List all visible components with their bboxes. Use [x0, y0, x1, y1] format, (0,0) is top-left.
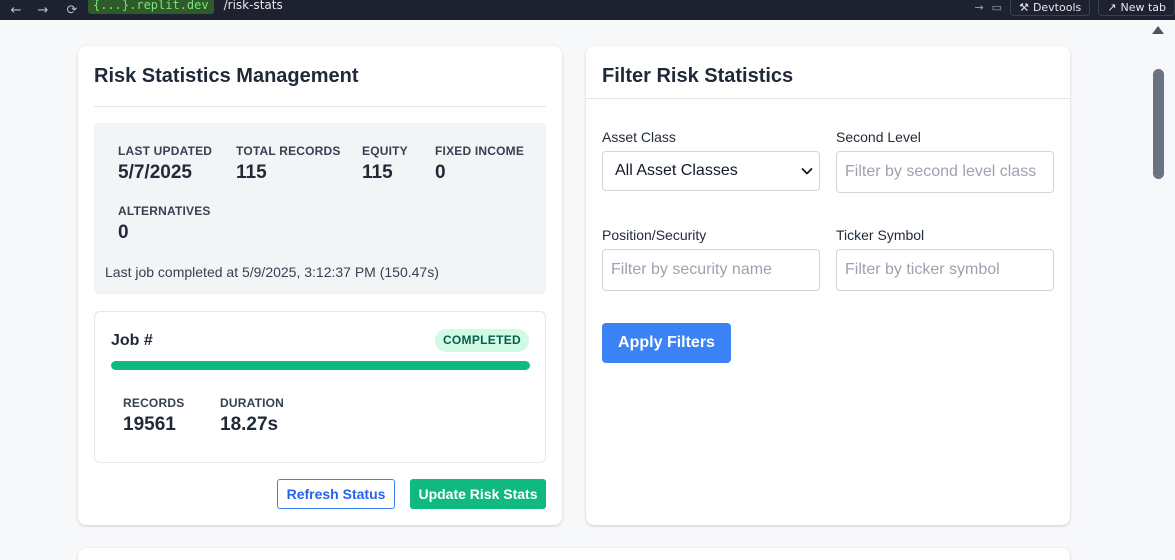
job-progress-bar — [111, 361, 530, 370]
scrollbar-thumb[interactable] — [1153, 69, 1164, 179]
stat-value: 0 — [435, 162, 446, 183]
job-title: Job # — [111, 332, 153, 349]
position-security-label: Position/Security — [602, 227, 707, 243]
devtools-label: Devtools — [1032, 0, 1082, 14]
stat-value: 115 — [236, 162, 267, 183]
stat-label: LAST UPDATED — [118, 144, 213, 158]
new-tab-button[interactable]: ↗ New tab — [1098, 0, 1175, 16]
filter-title: Filter Risk Statistics — [602, 65, 794, 87]
stat-value: 0 — [118, 222, 129, 243]
divider — [586, 98, 1070, 99]
stat-value: 115 — [362, 162, 393, 183]
forward-arrow-icon[interactable]: → — [32, 0, 54, 20]
stat-alternatives: ALTERNATIVES 0 — [118, 204, 211, 244]
address-bar[interactable]: {...}.replit.dev /risk-stats — [88, 0, 283, 14]
apply-filters-button[interactable]: Apply Filters — [602, 323, 731, 363]
reload-icon[interactable]: ⟳ — [61, 0, 83, 20]
wrench-icon: ⚒ — [1019, 0, 1029, 14]
job-progress-fill — [111, 361, 530, 370]
job-stat-records: RECORDS 19561 — [123, 396, 184, 436]
url-separator — [181, 0, 182, 14]
url-host: {...}.replit.dev — [88, 0, 214, 14]
go-arrow-icon[interactable]: → — [974, 1, 983, 14]
browser-toolbar: ← → ⟳ {...}.replit.dev /risk-stats → ▭ ⚒… — [0, 0, 1175, 20]
asset-class-select[interactable]: All Asset Classes — [602, 151, 820, 191]
position-security-input[interactable] — [602, 249, 820, 291]
device-icon[interactable]: ▭ — [992, 1, 1002, 14]
asset-class-label: Asset Class — [602, 129, 676, 145]
stat-equity: EQUITY 115 — [362, 144, 408, 184]
ticker-symbol-label: Ticker Symbol — [836, 227, 925, 243]
stat-total-records: TOTAL RECORDS 115 — [236, 144, 341, 184]
chevron-down-icon — [801, 168, 813, 175]
stat-label: FIXED INCOME — [435, 144, 525, 158]
second-level-label: Second Level — [836, 129, 921, 145]
scroll-up-arrow-icon[interactable] — [1152, 26, 1164, 34]
stat-label: EQUITY — [362, 144, 408, 158]
url-path: /risk-stats — [223, 0, 283, 12]
stat-value: 19561 — [123, 414, 176, 435]
external-link-icon: ↗ — [1107, 0, 1117, 14]
stat-value: 18.27s — [220, 414, 279, 435]
update-risk-stats-button[interactable]: Update Risk Stats — [410, 479, 546, 509]
asset-class-selected-value: All Asset Classes — [615, 162, 738, 179]
refresh-status-button[interactable]: Refresh Status — [277, 479, 395, 509]
devtools-button[interactable]: ⚒ Devtools — [1010, 0, 1091, 16]
job-stat-duration: DURATION 18.27s — [220, 396, 284, 436]
filter-risk-stats-card: Filter Risk Statistics Asset Class All A… — [586, 46, 1070, 525]
stat-value: 5/7/2025 — [118, 162, 192, 183]
new-tab-label: New tab — [1120, 0, 1166, 14]
status-badge: COMPLETED — [434, 329, 529, 352]
stat-label: TOTAL RECORDS — [236, 144, 341, 158]
stat-last-updated: LAST UPDATED 5/7/2025 — [118, 144, 212, 184]
stat-label: DURATION — [220, 396, 285, 410]
risk-stats-management-card: Risk Statistics Management LAST UPDATED … — [78, 46, 562, 525]
stat-fixed-income: FIXED INCOME 0 — [435, 144, 524, 184]
stats-summary-panel: LAST UPDATED 5/7/2025 TOTAL RECORDS 115 … — [94, 123, 546, 294]
results-card — [78, 548, 1070, 560]
management-title: Risk Statistics Management — [94, 65, 359, 87]
last-job-status: Last job completed at 5/9/2025, 3:12:37 … — [105, 264, 439, 280]
back-arrow-icon[interactable]: ← — [5, 0, 27, 20]
stat-label: RECORDS — [123, 396, 185, 410]
second-level-input[interactable] — [836, 151, 1054, 193]
stat-label: ALTERNATIVES — [118, 204, 211, 218]
ticker-symbol-input[interactable] — [836, 249, 1054, 291]
job-panel: Job # COMPLETED RECORDS 19561 DURATION 1… — [94, 311, 546, 463]
divider — [94, 106, 546, 107]
